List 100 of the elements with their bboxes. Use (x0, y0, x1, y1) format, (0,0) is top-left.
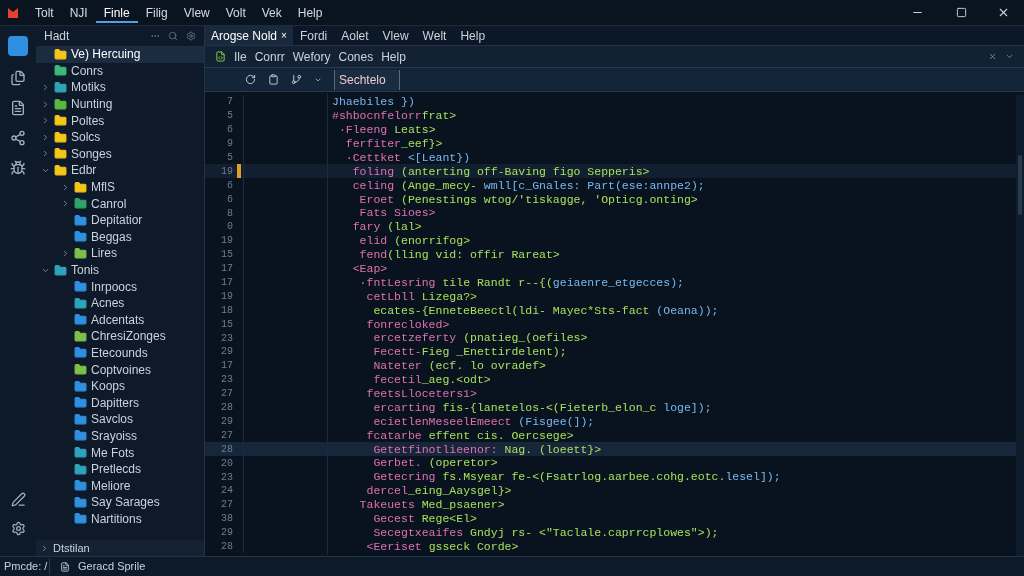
menu-item[interactable]: Cones (338, 47, 374, 66)
code-text: celing (Ange_mecy- wmll[c_Gnales: Part(ese:annpe2); (327, 176, 705, 194)
menu-item[interactable]: Help (453, 26, 493, 45)
tree-item[interactable]: Conrs (36, 62, 204, 80)
menu-item[interactable]: Conrr (254, 47, 285, 66)
line-number: 20 (220, 456, 233, 471)
code-text: #shbocnfelorrfrat> (327, 107, 457, 125)
tree-item[interactable]: Adcentats (36, 311, 204, 329)
code-text: elid (enorrifog> (327, 232, 471, 250)
code-text: ercarting fis-{lanetelos-<(Fieterb_elon_c loge]); (327, 398, 712, 417)
menu-item[interactable]: Vlew (175, 2, 218, 23)
tree-item[interactable]: Ve) Hercuing (36, 46, 204, 63)
line-number: 38 (220, 512, 233, 527)
tree-item[interactable]: Inrpoocs (36, 278, 204, 295)
tree-item[interactable]: Songes (36, 145, 204, 163)
menu-item[interactable]: Wefory (292, 47, 331, 66)
line-number: 27 (220, 428, 233, 443)
line-number: 7 (226, 95, 233, 110)
tree-item[interactable]: Dapitters (36, 394, 204, 412)
tree-item[interactable]: Nunting (36, 95, 204, 113)
tree-item[interactable]: Savclos (36, 411, 204, 428)
chevron-down-icon[interactable] (1005, 52, 1014, 61)
code-text: dercel_eing_Aaysgel}> (327, 482, 512, 500)
line-number: 15 (220, 248, 233, 263)
line-number: 29 (220, 345, 233, 360)
menu-item[interactable]: NJI (61, 2, 96, 23)
tree-item[interactable]: Solcs (36, 128, 204, 146)
search-icon[interactable] (168, 31, 178, 41)
tree-item[interactable]: Motiks (36, 79, 204, 96)
scrollbar[interactable] (1016, 95, 1024, 556)
search-field[interactable]: Sechtelo (334, 69, 400, 90)
branch-icon[interactable] (291, 74, 302, 85)
menu-item[interactable]: Finle (95, 2, 138, 23)
tree-item[interactable]: Acnes (36, 294, 204, 312)
tree-item[interactable]: Coptvoines (36, 361, 204, 378)
menu-item[interactable]: Help (381, 47, 406, 66)
clipboard-icon[interactable] (268, 74, 279, 85)
tree-item[interactable]: Etecounds (36, 344, 204, 362)
menu-item[interactable]: Vek (253, 2, 290, 23)
code-text: feetsLloceters1> (327, 385, 477, 403)
tree-item[interactable]: Poltes (36, 112, 204, 129)
maximize-icon[interactable] (956, 7, 967, 18)
line-number: 28 (220, 539, 233, 554)
settings-icon[interactable] (10, 521, 26, 536)
line-number: 0 (226, 220, 233, 235)
line-number: 6 (226, 178, 233, 193)
menu-item[interactable]: Fordi (292, 26, 335, 45)
line-number: 28 (220, 401, 233, 416)
code-text: Fats Sioes> (327, 204, 436, 222)
tree-item[interactable]: Lires (36, 245, 204, 262)
tab-close[interactable]: × (281, 28, 287, 43)
menu-item[interactable]: Vlew (375, 26, 416, 45)
edit-icon[interactable] (10, 492, 26, 507)
app-logo-icon (7, 6, 19, 19)
tree-item[interactable]: Edbr (36, 162, 204, 179)
menu-item[interactable]: Ile (234, 47, 247, 66)
tree-item[interactable]: MflS (36, 178, 204, 196)
tree-item[interactable]: Beggas (36, 228, 204, 246)
refresh-icon[interactable] (245, 74, 256, 85)
code-text: Gecest Rege<El> (327, 510, 477, 528)
menu-item[interactable]: Tolt (27, 2, 62, 23)
menu-item[interactable]: Welt (415, 26, 454, 45)
files-icon[interactable] (10, 70, 26, 86)
tree-item[interactable]: Nartitions (36, 510, 204, 528)
tree-item[interactable]: Pretlecds (36, 460, 204, 478)
logo-icon[interactable] (8, 36, 28, 56)
menu-item[interactable]: Help (289, 2, 331, 23)
sidebar-title: Hadt (44, 28, 70, 45)
code-text: foling (anterting off-Baving figo Sepperis> (327, 162, 650, 181)
menu-item[interactable]: Volt (217, 2, 254, 23)
tree-item[interactable]: Me Fots (36, 444, 204, 461)
tree-item[interactable]: Tonis (36, 261, 204, 279)
tree-item[interactable]: Canrol (36, 195, 204, 212)
code-text: <Eeriset gsseck Corde> (327, 537, 519, 556)
tree-item[interactable]: Depitatior (36, 211, 204, 229)
line-number: 24 (220, 484, 233, 499)
tree-item[interactable]: Meliore (36, 477, 204, 495)
tree-item[interactable]: Koops (36, 377, 204, 395)
tree-item[interactable]: Srayoiss (36, 427, 204, 445)
code-text: Gerbet. (operetor> (327, 454, 498, 472)
code-text: ercetzeferty (pnatieg_(oefiles> (327, 329, 588, 347)
sidebar-footer[interactable]: Dtstilan (36, 540, 204, 556)
menu-item[interactable]: Aolet (334, 26, 376, 45)
code-text: ecietlenMeseelEmeect (Fisgee(]); (327, 412, 595, 431)
section-title: Dtstilan (53, 540, 90, 556)
document-icon[interactable] (10, 100, 26, 116)
code-text: fend(lling vid: offir Rareat> (327, 246, 560, 264)
share-icon[interactable] (10, 130, 26, 146)
editor-tab[interactable]: Arogse Nold × (205, 26, 293, 45)
line-number: 19 (220, 289, 233, 304)
line-number: 27 (220, 498, 233, 513)
tree-item[interactable]: ChresiZonges (36, 328, 204, 345)
chevron-right-icon[interactable] (40, 543, 49, 553)
code-text: Nateter (ecf. lo ovradef> (327, 357, 546, 375)
tree-item[interactable]: Say Sarages (36, 494, 204, 511)
debug-icon[interactable] (10, 160, 26, 176)
code-text: Getetfinotlieenor: Nag. (loeett}> (327, 440, 602, 458)
menu-item[interactable]: Filig (137, 2, 176, 23)
line-number: 19 (220, 234, 233, 249)
close-icon[interactable] (997, 6, 1010, 19)
